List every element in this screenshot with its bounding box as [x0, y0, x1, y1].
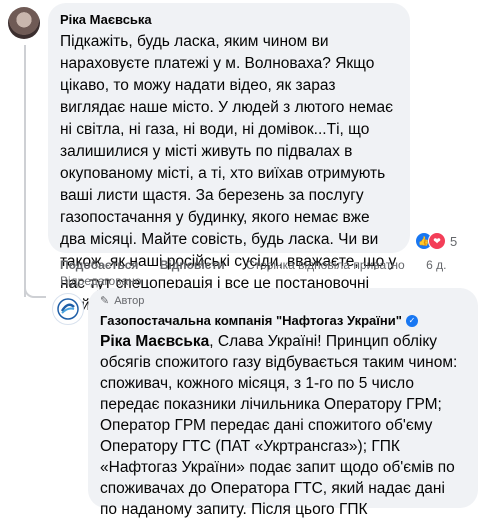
naftogaz-logo-icon — [57, 298, 79, 320]
comment-author[interactable]: Ріка Маєвська — [60, 11, 398, 28]
thread-line — [24, 45, 26, 297]
edited-label: Відредаговано — [60, 274, 142, 288]
author-badge-label: Автор — [114, 295, 145, 307]
verified-badge-icon: ✓ — [405, 314, 418, 327]
reply-author-name[interactable]: Газопостачальна компанія "Нафтогаз Украї… — [100, 312, 402, 329]
private-reply-note: Сторінка відповіла приватно — [245, 258, 405, 272]
comment-bubble: Ріка Маєвська Підкажіть, будь ласка, яки… — [48, 3, 410, 314]
pencil-icon: ✎ — [100, 295, 110, 307]
reply-author[interactable]: Газопостачальна компанія "Нафтогаз Украї… — [100, 312, 466, 329]
thread-connector — [24, 280, 46, 298]
reaction-summary[interactable]: 👍 ❤ 5 — [415, 231, 457, 251]
reaction-count: 5 — [450, 233, 458, 249]
reply-bubble: ✎ Автор Газопостачальна компанія "Нафтог… — [88, 288, 478, 518]
reply-text: Ріка Маєвська, Слава Україні! Принцип об… — [100, 331, 466, 520]
heart-icon: ❤ — [428, 232, 446, 250]
page-avatar[interactable] — [52, 293, 84, 325]
comment-timestamp[interactable]: 6 д. — [426, 258, 446, 272]
comment-actions: Подобається Відповісти Сторінка відповіл… — [60, 257, 480, 289]
mention-link[interactable]: Ріка Маєвська — [100, 333, 209, 350]
like-button[interactable]: Подобається — [60, 258, 138, 272]
avatar[interactable] — [8, 7, 40, 39]
author-badge: ✎ Автор — [100, 294, 466, 308]
reply-button[interactable]: Відповісти — [160, 258, 225, 272]
reply-body: , Слава Україні! Принцип обліку обсягів … — [100, 333, 458, 518]
